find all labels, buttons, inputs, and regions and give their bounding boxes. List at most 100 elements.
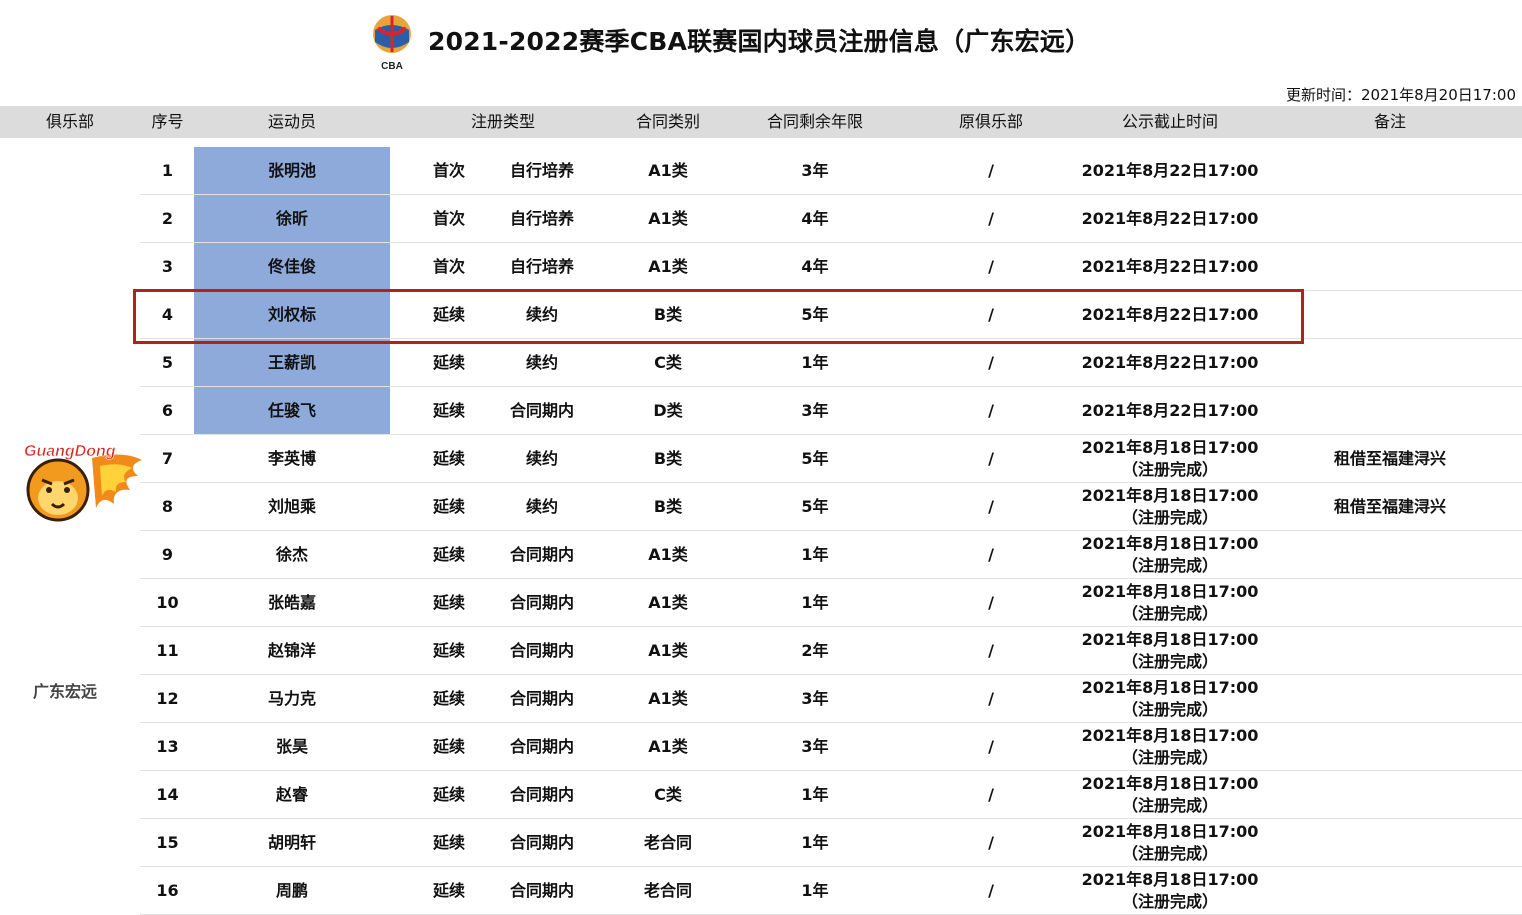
- player-name: 张明池: [194, 147, 390, 195]
- contract-type: A1类: [648, 593, 688, 613]
- col-club: 俱乐部: [45, 112, 94, 131]
- deadline: 2021年8月22日17:00: [1080, 195, 1260, 243]
- table-row: 2 徐昕 首次 自行培养 A1类 4年 / 2021年8月22日17:00: [140, 195, 1522, 243]
- player-name: 刘旭乘: [267, 497, 316, 517]
- deadline-time: 2021年8月18日17:00: [1081, 630, 1259, 650]
- reg-type-secondary: 续约: [525, 353, 558, 373]
- reg-type-primary: 延续: [432, 593, 465, 613]
- original-club: /: [988, 545, 994, 565]
- deadline-time: 2021年8月22日17:00: [1081, 209, 1259, 229]
- reg-type-secondary: 自行培养: [509, 257, 574, 277]
- original-club: /: [988, 353, 994, 373]
- deadline: 2021年8月22日17:00: [1080, 387, 1260, 435]
- original-club: /: [988, 737, 994, 757]
- contract-years: 4年: [801, 209, 829, 229]
- original-club: /: [988, 833, 994, 853]
- note: [1280, 147, 1500, 195]
- reg-type-secondary: 续约: [525, 305, 558, 325]
- col-note: 备注: [1373, 112, 1406, 131]
- registration-status: （注册完成）: [1121, 748, 1218, 767]
- player-no: 6: [161, 401, 174, 421]
- registration-status: （注册完成）: [1121, 604, 1218, 623]
- player-name: 马力克: [267, 689, 316, 709]
- note: [1280, 531, 1500, 579]
- player-name: 张皓嘉: [267, 593, 316, 613]
- deadline-time: 2021年8月18日17:00: [1081, 582, 1259, 602]
- reg-type-secondary: 续约: [525, 449, 558, 469]
- note: [1280, 291, 1500, 339]
- player-no: 12: [156, 689, 179, 709]
- deadline-time: 2021年8月18日17:00: [1081, 438, 1259, 458]
- reg-type-primary: 延续: [432, 737, 465, 757]
- col-no: 序号: [151, 112, 184, 131]
- original-club: /: [988, 881, 994, 901]
- contract-type: 老合同: [643, 881, 692, 901]
- contract-type: B类: [653, 449, 683, 469]
- player-no: 10: [156, 593, 179, 613]
- player-no: 13: [156, 737, 179, 757]
- table-row: 14 赵睿 延续 合同期内 C类 1年 / 2021年8月18日17:00 （注…: [140, 771, 1522, 819]
- deadline-time: 2021年8月18日17:00: [1081, 534, 1259, 554]
- deadline-time: 2021年8月22日17:00: [1081, 353, 1259, 373]
- player-name: 赵锦洋: [267, 641, 316, 661]
- contract-years: 1年: [801, 353, 829, 373]
- contract-type: C类: [654, 353, 682, 373]
- contract-type: A1类: [648, 737, 688, 757]
- note: [1280, 819, 1500, 867]
- contract-years: 3年: [801, 161, 829, 181]
- reg-type-primary: 首次: [432, 161, 465, 181]
- svg-text:GuangDong: GuangDong: [24, 443, 116, 460]
- contract-type: D类: [653, 401, 683, 421]
- deadline: 2021年8月18日17:00 （注册完成）: [1080, 723, 1260, 771]
- reg-type-primary: 延续: [432, 641, 465, 661]
- original-club: /: [988, 161, 994, 181]
- table-row: 12 马力克 延续 合同期内 A1类 3年 / 2021年8月18日17:00 …: [140, 675, 1522, 723]
- table-row: 11 赵锦洋 延续 合同期内 A1类 2年 / 2021年8月18日17:00 …: [140, 627, 1522, 675]
- reg-type-secondary: 合同期内: [509, 641, 574, 661]
- deadline: 2021年8月18日17:00 （注册完成）: [1080, 771, 1260, 819]
- reg-type-primary: 延续: [432, 545, 465, 565]
- player-name: 刘权标: [194, 291, 390, 339]
- player-name: 张昊: [275, 737, 308, 757]
- table-row: 5 王薪凯 延续 续约 C类 1年 / 2021年8月22日17:00: [140, 339, 1522, 387]
- reg-type-primary: 延续: [432, 689, 465, 709]
- registration-status: （注册完成）: [1121, 892, 1218, 911]
- table-row: 7 李英博 延续 续约 B类 5年 / 2021年8月18日17:00 （注册完…: [140, 435, 1522, 483]
- registration-status: （注册完成）: [1121, 700, 1218, 719]
- player-name: 任骏飞: [194, 387, 390, 435]
- player-no: 9: [161, 545, 174, 565]
- player-name: 周鹏: [275, 881, 308, 901]
- original-club: /: [988, 593, 994, 613]
- original-club: /: [988, 641, 994, 661]
- player-name: 王薪凯: [194, 339, 390, 387]
- contract-type: A1类: [648, 209, 688, 229]
- note: [1280, 627, 1500, 675]
- player-name: 徐昕: [194, 195, 390, 243]
- player-no: 1: [161, 161, 174, 181]
- cba-logo-icon: CBA: [373, 15, 411, 72]
- table-row: 8 刘旭乘 延续 续约 B类 5年 / 2021年8月18日17:00 （注册完…: [140, 483, 1522, 531]
- registration-status: （注册完成）: [1121, 508, 1218, 527]
- deadline: 2021年8月18日17:00 （注册完成）: [1080, 627, 1260, 675]
- contract-years: 3年: [801, 737, 829, 757]
- deadline-time: 2021年8月18日17:00: [1081, 870, 1259, 890]
- col-years-left: 合同剩余年限: [766, 112, 863, 131]
- deadline: 2021年8月18日17:00 （注册完成）: [1080, 867, 1260, 915]
- reg-type-primary: 延续: [432, 497, 465, 517]
- original-club: /: [988, 305, 994, 325]
- reg-type-secondary: 合同期内: [509, 545, 574, 565]
- contract-type: A1类: [648, 161, 688, 181]
- column-header-row: 俱乐部 序号 运动员 注册类型 合同类别 合同剩余年限 原俱乐部 公示截止时间 …: [0, 106, 1522, 138]
- contract-type: 老合同: [643, 833, 692, 853]
- deadline: 2021年8月18日17:00 （注册完成）: [1080, 819, 1260, 867]
- reg-type-primary: 首次: [432, 209, 465, 229]
- club-name: 广东宏远: [32, 682, 97, 701]
- reg-type-primary: 延续: [432, 881, 465, 901]
- contract-type: B类: [653, 305, 683, 325]
- player-name: 胡明轩: [267, 833, 316, 853]
- deadline: 2021年8月18日17:00 （注册完成）: [1080, 483, 1260, 531]
- player-name: 赵睿: [275, 785, 308, 805]
- deadline: 2021年8月18日17:00 （注册完成）: [1080, 675, 1260, 723]
- note: 租借至福建浔兴: [1333, 449, 1446, 469]
- note: [1280, 867, 1500, 915]
